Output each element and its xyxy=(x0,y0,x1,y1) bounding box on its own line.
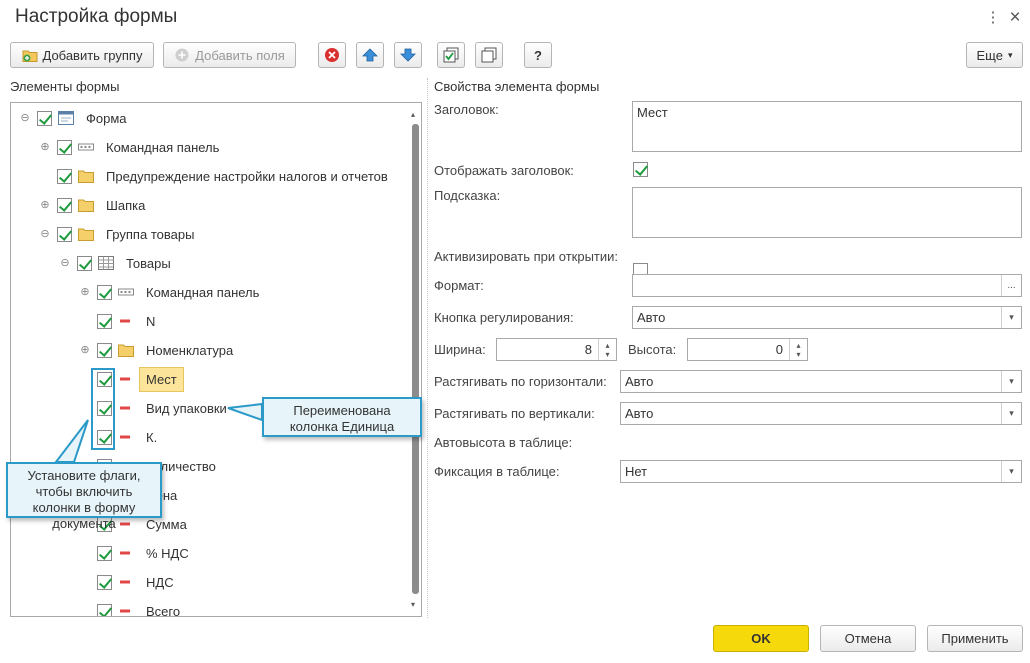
title-label: Заголовок: xyxy=(434,102,499,117)
hint-input[interactable] xyxy=(632,187,1022,238)
renamed-column-callout: Переименована колонка Единица xyxy=(262,397,422,437)
apply-button[interactable]: Применить xyxy=(927,625,1023,652)
autoheight-label: Автовысота в таблице: xyxy=(434,435,573,450)
format-input[interactable]: ... xyxy=(632,274,1022,297)
adjust-button-select[interactable]: Авто ▾ xyxy=(632,306,1022,329)
adjust-button-value: Авто xyxy=(637,310,666,325)
spin-up-icon[interactable]: ▴ xyxy=(796,341,800,350)
ok-button[interactable]: OK xyxy=(713,625,809,652)
spin-down-icon[interactable]: ▾ xyxy=(605,350,609,359)
set-flags-callout: Установите флаги, чтобы включить колонки… xyxy=(6,462,162,531)
adjust-button-label: Кнопка регулирования: xyxy=(434,310,574,325)
stretch-horizontal-value: Авто xyxy=(625,374,654,389)
activate-label: Активизировать при открытии: xyxy=(434,249,619,264)
spin-down-icon[interactable]: ▾ xyxy=(796,350,800,359)
height-value: 0 xyxy=(775,342,783,357)
chevron-down-icon[interactable]: ▾ xyxy=(1001,371,1021,392)
chevron-down-icon[interactable]: ▾ xyxy=(1001,461,1021,482)
stretch-vertical-value: Авто xyxy=(625,406,654,421)
callout-pointers xyxy=(53,402,263,463)
fix-in-table-value: Нет xyxy=(625,464,648,479)
stretch-vertical-label: Растягивать по вертикали: xyxy=(434,406,595,421)
spin-up-icon[interactable]: ▴ xyxy=(605,341,609,350)
show-title-label: Отображать заголовок: xyxy=(434,163,574,178)
format-select-button[interactable]: ... xyxy=(1001,275,1021,296)
stretch-horizontal-select[interactable]: Авто ▾ xyxy=(620,370,1022,393)
width-input[interactable]: 8 ▴ ▾ xyxy=(496,338,617,361)
show-title-checkbox[interactable] xyxy=(633,162,648,177)
width-label: Ширина: xyxy=(434,342,486,357)
height-spinner[interactable]: ▴ ▾ xyxy=(789,339,807,360)
stretch-horizontal-label: Растягивать по горизонтали: xyxy=(434,374,607,389)
fix-in-table-label: Фиксация в таблице: xyxy=(434,464,560,479)
fix-in-table-select[interactable]: Нет ▾ xyxy=(620,460,1022,483)
height-input[interactable]: 0 ▴ ▾ xyxy=(687,338,808,361)
hint-label: Подсказка: xyxy=(434,188,501,203)
chevron-down-icon[interactable]: ▾ xyxy=(1001,403,1021,424)
format-label: Формат: xyxy=(434,278,484,293)
title-input[interactable]: Мест xyxy=(632,101,1022,152)
chevron-down-icon[interactable]: ▾ xyxy=(1001,307,1021,328)
cancel-button[interactable]: Отмена xyxy=(820,625,916,652)
stretch-vertical-select[interactable]: Авто ▾ xyxy=(620,402,1022,425)
width-spinner[interactable]: ▴ ▾ xyxy=(598,339,616,360)
width-value: 8 xyxy=(584,342,592,357)
height-label: Высота: xyxy=(628,342,677,357)
